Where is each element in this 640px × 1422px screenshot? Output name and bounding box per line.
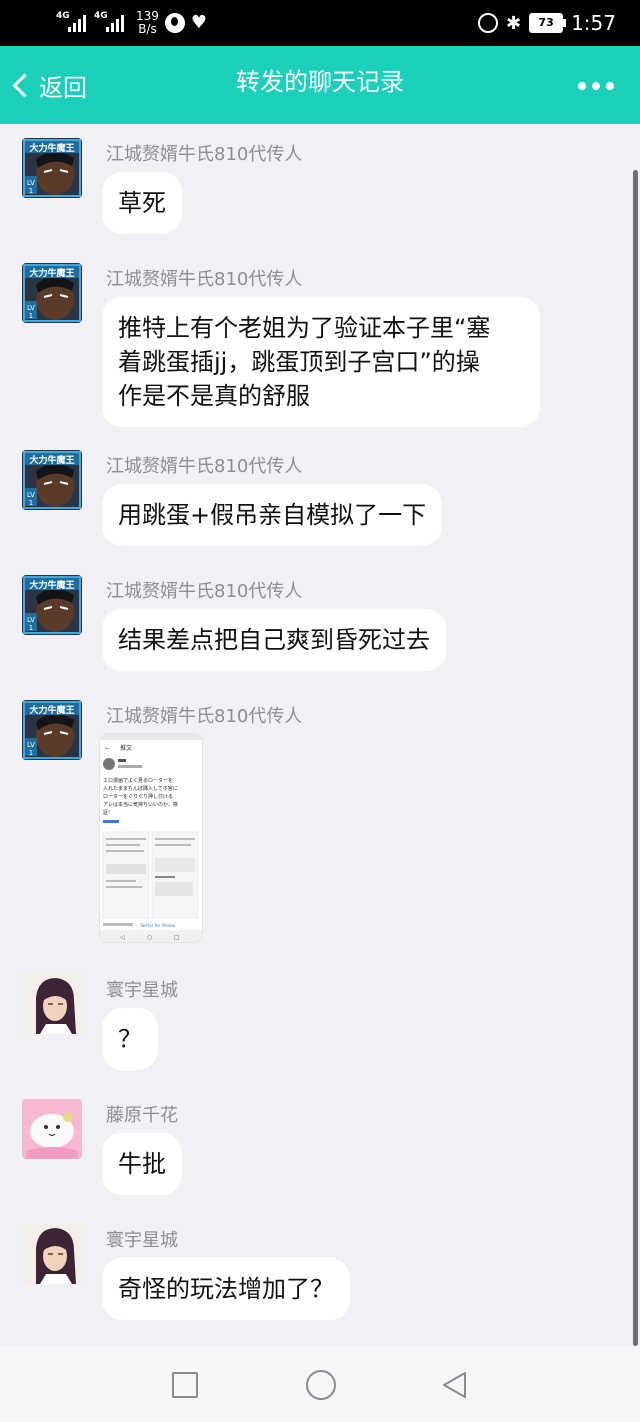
svg-text:大力牛魔王: 大力牛魔王	[29, 454, 74, 466]
svg-text:LV: LV	[27, 179, 35, 187]
svg-text:○: ○	[147, 934, 152, 941]
svg-text:大力牛魔王: 大力牛魔王	[29, 704, 74, 716]
sender-name: 江城赘婿牛氏810代传人	[106, 581, 303, 602]
svg-text:1: 1	[29, 499, 33, 507]
scrollbar[interactable]	[633, 170, 638, 1346]
network-speed: 139 B/s	[136, 10, 159, 36]
svg-text:大力牛魔王: 大力牛魔王	[29, 142, 74, 154]
alarm-icon	[477, 13, 498, 33]
image-message[interactable]: ← 推文 エロ漫画でよく見るローターを 入れたままちんぽ挿入して子宮に ローター…	[100, 734, 202, 942]
clock: 1:57	[571, 11, 616, 35]
sender-name: 江城赘婿牛氏810代传人	[106, 456, 303, 477]
tweet-line: ローターをぐりぐり押し付ける	[103, 793, 173, 800]
svg-text:LV: LV	[27, 304, 35, 312]
message-bubble[interactable]: 奇怪的玩法增加了？	[102, 1258, 350, 1320]
sender-name: 寰宇星城	[106, 980, 178, 1001]
message-bubble[interactable]: 推特上有个老姐为了验证本子里“塞 着跳蛋插jj，跳蛋顶到子宫口”的操 作是不是真…	[102, 297, 540, 427]
svg-text:1: 1	[29, 624, 33, 632]
app-notification-icon	[164, 13, 185, 33]
svg-text:LV: LV	[27, 616, 35, 624]
status-left: 4G 4G 139 B/s ♥	[56, 0, 207, 46]
title-bar: 返回 转发的聊天记录	[0, 46, 640, 124]
system-nav-bar	[0, 1346, 640, 1422]
bull-demon-king-avatar[interactable]: 大力牛魔王 LV 1	[22, 450, 82, 510]
sender-name: 江城赘婿牛氏810代传人	[106, 706, 303, 727]
more-button[interactable]	[578, 82, 614, 90]
svg-text:□: □	[174, 934, 180, 941]
message-bubble[interactable]: ？	[102, 1008, 158, 1070]
svg-text:1: 1	[29, 187, 33, 195]
svg-text:1: 1	[29, 749, 33, 757]
message-bubble[interactable]: 牛批	[102, 1133, 182, 1195]
health-icon: ♥	[190, 12, 208, 33]
tweet-header: 推文	[120, 744, 132, 752]
tweet-line: アレは本当に気持ちいいのか、検	[103, 801, 178, 808]
pink-mascot-avatar[interactable]	[22, 1099, 82, 1159]
page-title: 转发的聊天记录	[236, 68, 404, 96]
long-hair-man-avatar[interactable]	[22, 974, 82, 1034]
long-hair-man-avatar[interactable]	[22, 1224, 82, 1284]
message-line: 推特上有个老姐为了验证本子里“塞	[118, 314, 491, 342]
bull-demon-king-avatar[interactable]: 大力牛魔王 LV 1	[22, 575, 82, 635]
back-triangle-icon[interactable]	[440, 1370, 470, 1400]
svg-text:LV: LV	[27, 491, 35, 499]
svg-text:←: ←	[105, 745, 110, 752]
status-bar: 4G 4G 139 B/s ♥ ✱ 73 1:57	[0, 0, 640, 46]
bull-demon-king-avatar[interactable]: 大力牛魔王 LV 1	[22, 700, 82, 760]
bluetooth-icon: ✱	[505, 12, 522, 34]
message-bubble[interactable]: 用跳蛋+假吊亲自模拟了一下	[102, 484, 443, 546]
signal-icon: 4G	[56, 12, 88, 34]
bull-demon-king-avatar[interactable]: 大力牛魔王 LV 1	[22, 138, 82, 198]
svg-text:◁: ◁	[120, 934, 125, 941]
recent-apps-button[interactable]	[172, 1372, 198, 1398]
tweet-footer: Twitter for iPhone	[139, 923, 175, 928]
tweet-line: 入れたままちんぽ挿入して子宮に	[103, 785, 178, 792]
sender-name: 寰宇星城	[106, 1230, 178, 1251]
home-button[interactable]	[306, 1370, 336, 1400]
message-line: 作是不是真的舒服	[118, 382, 310, 410]
message-bubble[interactable]: 草死	[102, 172, 182, 234]
bull-demon-king-avatar[interactable]: 大力牛魔王 LV 1	[22, 263, 82, 323]
tweet-line: 証!	[103, 809, 110, 816]
battery-icon: 73	[529, 13, 567, 33]
status-right: ✱ 73 1:57	[477, 0, 616, 46]
speed-unit: B/s	[138, 22, 157, 36]
sender-name: 江城赘婿牛氏810代传人	[106, 269, 303, 290]
message-line: 着跳蛋插jj，跳蛋顶到子宫口”的操	[118, 348, 480, 376]
message-bubble[interactable]: 结果差点把自己爽到昏死过去	[102, 609, 446, 671]
svg-text:1: 1	[29, 312, 33, 320]
signal-icon: 4G	[94, 12, 126, 34]
sender-name: 江城赘婿牛氏810代传人	[106, 144, 303, 165]
tweet-line: エロ漫画でよく見るローターを	[103, 777, 173, 784]
more-dots-icon	[578, 82, 586, 90]
svg-text:大力牛魔王: 大力牛魔王	[29, 579, 74, 591]
svg-text:大力牛魔王: 大力牛魔王	[29, 267, 74, 279]
sender-name: 藤原千花	[106, 1105, 178, 1126]
svg-text:LV: LV	[27, 741, 35, 749]
